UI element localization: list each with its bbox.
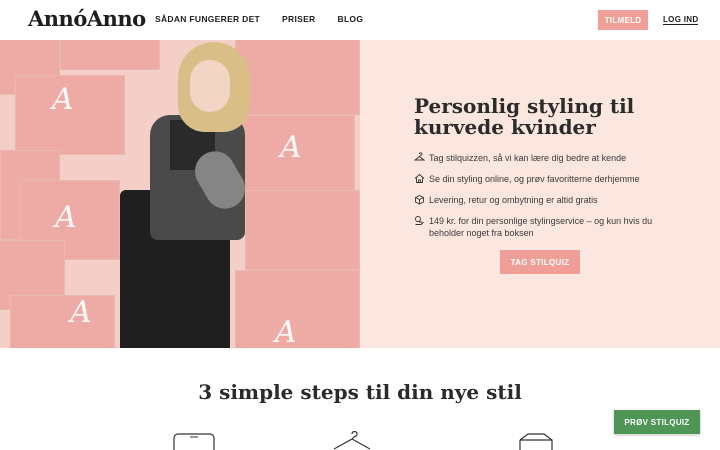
box-logo-mark: A [280,130,302,165]
feature-text: Levering, retur og ombytning er altid gr… [429,195,598,205]
phone-icon [172,430,216,450]
feature-text: Tag stilquizzen, så vi kan lære dig bedr… [429,153,627,163]
feature-item: Tag stilquizzen, så vi kan lære dig bedr… [414,152,674,164]
hero-photo: A A A A A [0,40,360,348]
hero-section: A A A A A Personlig styling til kurvede … [0,40,720,348]
feature-item: Levering, retur og ombytning er altid gr… [414,194,674,206]
steps-title: 3 simple steps til din nye stil [198,380,522,404]
model-face [190,60,230,112]
box-logo-mark: A [52,82,74,117]
site-header: AnnóAnno SÅDAN FUNGERER DET PRISER BLOG … [0,0,720,40]
feature-item: Se din styling online, og prøv favoritte… [414,173,674,185]
nav-blog[interactable]: BLOG [338,14,364,24]
box-icon [414,194,425,205]
hanger-icon [330,430,374,450]
hanger-icon [414,152,425,163]
home-icon [414,173,425,184]
feature-list: Tag stilquizzen, så vi kan lære dig bedr… [414,152,674,248]
box-shape [10,295,115,348]
main-nav: SÅDAN FUNGERER DET PRISER BLOG [155,14,363,24]
signup-button[interactable]: TILMELD [598,10,648,30]
nav-how-it-works[interactable]: SÅDAN FUNGERER DET [155,14,260,24]
hero-title: Personlig styling til kurvede kvinder [414,94,635,139]
feature-text: 149 kr. for din personlige stylingservic… [429,216,653,238]
box-shape [60,40,160,70]
feature-text: Se din styling online, og prøv favoritte… [429,174,640,184]
box-shape [235,270,360,348]
try-quiz-floating-button[interactable]: PRØV STILQUIZ [614,410,700,434]
login-link[interactable]: LOG IND [663,15,699,25]
feature-item: 149 kr. for din personlige stylingservic… [414,215,674,239]
box-icon [514,432,558,450]
price-icon [414,215,425,226]
box-logo-mark: A [70,295,92,330]
box-logo-mark: A [275,315,297,348]
box-logo-mark: A [55,200,77,235]
take-quiz-button[interactable]: TAG STILQUIZ [500,250,580,274]
box-shape [245,190,360,270]
brand-logo[interactable]: AnnóAnno [28,6,146,31]
box-shape [235,40,360,115]
hero-content: Personlig styling til kurvede kvinder Ta… [360,40,720,348]
nav-prices[interactable]: PRISER [282,14,315,24]
